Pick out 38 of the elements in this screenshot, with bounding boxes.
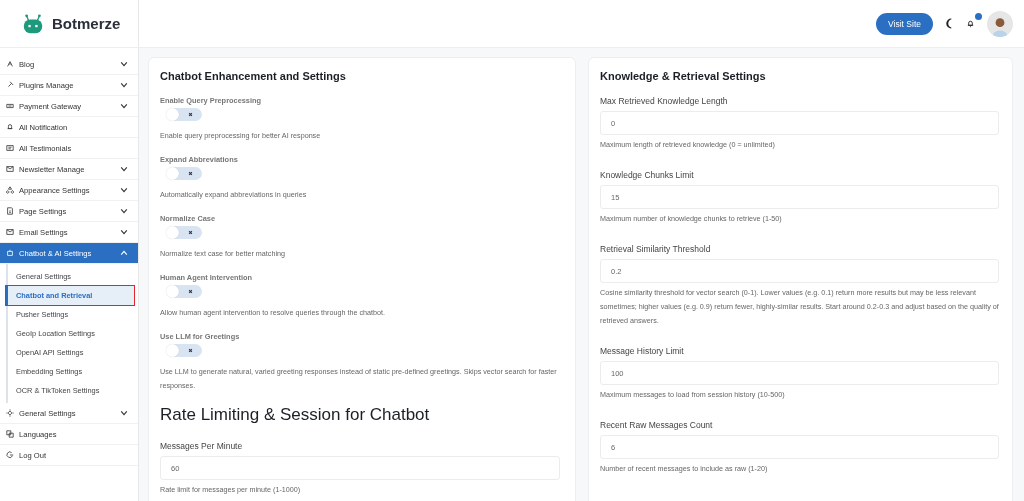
menu-item-icon [6, 60, 14, 68]
robot-logo-icon [22, 12, 44, 35]
card-title: Chatbot Enhancement and Settings [160, 70, 347, 82]
menu-item-icon [6, 409, 14, 417]
field-label: Knowledge Chunks Limit [600, 170, 695, 180]
menu-item-icon [6, 102, 14, 110]
menu-item-icon [6, 123, 14, 131]
field-label: Recent Raw Messages Count [600, 420, 714, 430]
brand-name: Botmerze [52, 15, 121, 32]
menu-item-icon [6, 144, 14, 152]
moon-icon[interactable] [945, 18, 954, 29]
cross-icon [187, 229, 194, 236]
cross-icon [187, 170, 194, 177]
menu-item-icon [6, 430, 14, 438]
field-label: Max Retrieved Knowledge Length [600, 96, 729, 106]
menu-item-icon [6, 228, 14, 236]
visit-site-button[interactable]: Visit Site [876, 12, 933, 35]
menu-item-icon [6, 249, 14, 257]
field-label: Message History Limit [600, 346, 685, 356]
toggle-switch[interactable] [167, 108, 202, 121]
cross-icon [187, 111, 194, 118]
menu-item-icon [6, 186, 14, 194]
field-label: Retrieval Similarity Threshold [600, 244, 712, 254]
cross-icon [187, 347, 194, 354]
cross-icon [187, 288, 194, 295]
toggle-switch[interactable] [167, 226, 202, 239]
menu-item-icon [6, 81, 14, 89]
menu-item-icon [6, 451, 14, 459]
field-label: Messages Per Minute [160, 441, 244, 451]
section-heading: Rate Limiting & Session for Chatbot [160, 405, 431, 425]
menu-item-icon [6, 207, 14, 215]
toggle-switch[interactable] [167, 344, 202, 357]
toggle-switch[interactable] [167, 167, 202, 180]
card-title: Knowledge & Retrieval Settings [600, 70, 767, 82]
toggle-switch[interactable] [167, 285, 202, 298]
notification-bell-icon[interactable] [966, 19, 975, 28]
avatar[interactable] [987, 10, 1013, 37]
menu-item-icon [6, 165, 14, 173]
